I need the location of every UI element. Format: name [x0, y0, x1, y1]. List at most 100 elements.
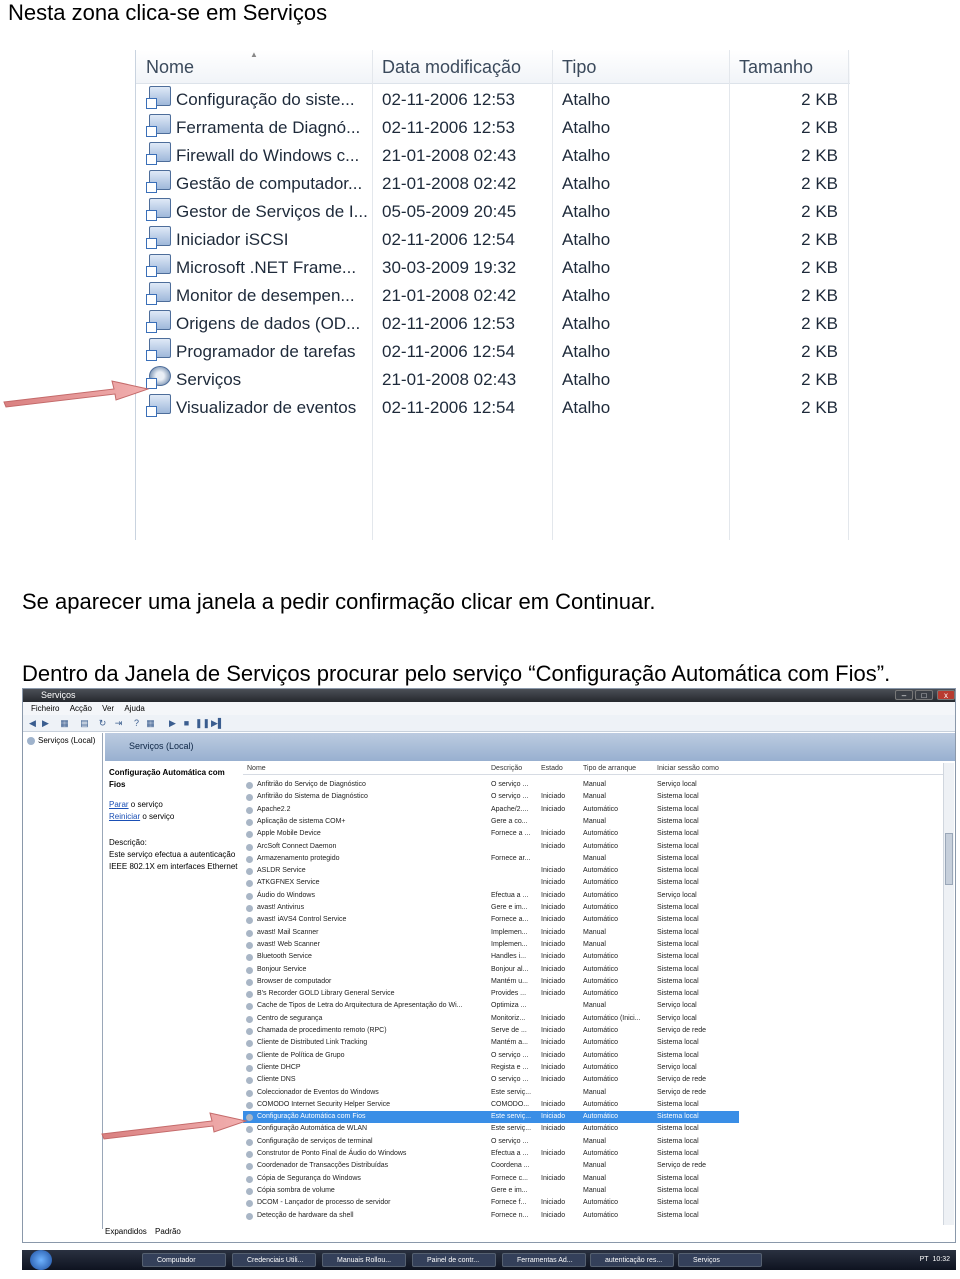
column-size[interactable]: Tamanho — [729, 50, 813, 84]
service-cell: Manual — [583, 1002, 606, 1010]
service-row[interactable]: Cliente DNS O serviço ... Iniciado Automáti… — [243, 1074, 739, 1086]
menu-help[interactable]: Ajuda — [124, 702, 144, 715]
service-row[interactable]: Coleccionador de Eventos do Windows Este … — [243, 1087, 739, 1099]
service-row[interactable]: ATKGFNEX Service Iniciado Automático Sistem… — [243, 877, 739, 889]
maximize-button[interactable]: □ — [915, 690, 933, 700]
service-row[interactable]: Centro de segurança Monitoriz... Iniciado A… — [243, 1013, 739, 1025]
taskbar-button[interactable]: autenticação res... — [590, 1253, 674, 1267]
service-row[interactable]: avast! iAVS4 Control Service Fornece a...… — [243, 914, 739, 926]
service-row[interactable]: Armazenamento protegido Fornece ar... Manu… — [243, 853, 739, 865]
col-description[interactable]: Descrição — [491, 763, 522, 775]
service-row[interactable]: Bonjour Service Bonjour al... Iniciado Auto… — [243, 964, 739, 976]
file-row[interactable]: Programador de tarefas 02-11-2006 12:54 At… — [136, 338, 850, 366]
service-row[interactable]: Coordenador de Transacções Distribuídas C… — [243, 1160, 739, 1172]
menu-file[interactable]: Ficheiro — [31, 702, 59, 715]
stop-service-link[interactable]: Parar — [109, 800, 129, 809]
vertical-scrollbar[interactable] — [943, 763, 954, 1225]
view-icon[interactable]: ▦ — [145, 718, 156, 729]
refresh-icon[interactable]: ↻ — [97, 718, 108, 729]
service-row[interactable]: Apache2.2 Apache/2.... Iniciado Automático S… — [243, 804, 739, 816]
service-row[interactable]: Cliente de Política de Grupo O serviço ..… — [243, 1050, 739, 1062]
col-name[interactable]: Nome — [247, 763, 266, 775]
service-row[interactable]: ASLDR Service Iniciado Automático Sistema l… — [243, 865, 739, 877]
service-row[interactable]: Cliente de Distributed Link Tracking Mant… — [243, 1037, 739, 1049]
tab-standard[interactable]: Padrão — [155, 1225, 181, 1239]
file-type: Atalho — [562, 118, 611, 137]
col-status[interactable]: Estado — [541, 763, 563, 775]
file-row[interactable]: Iniciador iSCSI 02-11-2006 12:54 Atalho 2 K… — [136, 226, 850, 254]
tab-expanded[interactable]: Expandidos — [105, 1225, 147, 1239]
service-row[interactable]: Construtor de Ponto Final de Áudio do Wi… — [243, 1148, 739, 1160]
service-cell: Coordena ... — [491, 1162, 530, 1170]
service-row[interactable]: Cópia de Segurança do Windows Fornece c..… — [243, 1173, 739, 1185]
service-row[interactable]: Áudio do Windows Efectua a ... Iniciado Aut… — [243, 890, 739, 902]
language-indicator[interactable]: PT — [920, 1256, 929, 1263]
taskbar-button[interactable]: Credenciais Utili... — [232, 1253, 316, 1267]
col-startup-type[interactable]: Tipo de arranque — [583, 763, 636, 775]
service-row[interactable]: Chamada de procedimento remoto (RPC) Serv… — [243, 1025, 739, 1037]
column-type[interactable]: Tipo — [552, 50, 596, 84]
service-row[interactable]: avast! Web Scanner Implemen... Iniciado Man… — [243, 939, 739, 951]
file-row[interactable]: Monitor de desempen... 21-01-2008 02:42 At… — [136, 282, 850, 310]
stop-service-icon[interactable]: ■ — [181, 718, 192, 729]
service-cell: Regista e ... — [491, 1063, 529, 1071]
close-button[interactable]: x — [937, 690, 955, 700]
tree-node-services-local[interactable]: Serviços (Local) — [27, 736, 95, 745]
start-button[interactable] — [30, 1250, 52, 1270]
service-row[interactable]: DCOM - Lançador de processo de servidor F… — [243, 1197, 739, 1209]
minimize-button[interactable]: – — [895, 690, 913, 700]
service-row[interactable]: Anfitrião do Serviço de Diagnóstico O ser… — [243, 779, 739, 791]
restart-service-icon[interactable]: ▶▌ — [211, 718, 224, 729]
file-row[interactable]: Gestão de computador... 21-01-2008 02:42 A… — [136, 170, 850, 198]
file-row[interactable]: Serviços 21-01-2008 02:43 Atalho 2 KB — [136, 366, 850, 394]
service-gear-icon — [246, 929, 253, 937]
file-row[interactable]: Microsoft .NET Frame... 30-03-2009 19:32 A… — [136, 254, 850, 282]
help-icon[interactable]: ? — [131, 718, 142, 729]
menu-action[interactable]: Acção — [70, 702, 92, 715]
service-row[interactable]: B's Recorder GOLD Library General Servic… — [243, 988, 739, 1000]
properties-icon[interactable]: ▤ — [79, 718, 90, 729]
taskbar-button[interactable]: Painel de contr... — [412, 1253, 496, 1267]
column-date[interactable]: Data modificação — [372, 50, 521, 84]
file-row[interactable]: Configuração do siste... 02-11-2006 12:53… — [136, 86, 850, 114]
service-row[interactable]: Configuração Automática de WLAN Este serv… — [243, 1123, 739, 1135]
service-row[interactable]: Anfitrião do Sistema de Diagnóstico O ser… — [243, 791, 739, 803]
service-cell: Automático — [583, 1199, 619, 1207]
forward-icon[interactable]: ▶ — [40, 718, 51, 729]
service-row[interactable]: avast! Antivirus Gere e im... Iniciado Auto… — [243, 902, 739, 914]
file-row[interactable]: Gestor de Serviços de I... 05-05-2009 20:… — [136, 198, 850, 226]
service-row[interactable]: Aplicação de sistema COM+ Gere a co... Man… — [243, 816, 739, 828]
pause-service-icon[interactable]: ❚❚ — [195, 718, 210, 729]
file-row[interactable]: Ferramenta de Diagnó... 02-11-2006 12:53 A… — [136, 114, 850, 142]
service-row[interactable]: Cache de Tipos de Letra do Arquitectura … — [243, 1000, 739, 1012]
service-row-selected[interactable]: Configuração Automática com Fios Este ser… — [243, 1111, 739, 1124]
service-row[interactable]: Cliente DHCP Regista e ... Iniciado Automát… — [243, 1062, 739, 1074]
export-icon[interactable]: ⇥ — [113, 718, 124, 729]
file-row[interactable]: Visualizador de eventos 02-11-2006 12:54 A… — [136, 394, 850, 422]
taskbar-button[interactable]: Manuais Rollou... — [322, 1253, 406, 1267]
service-row[interactable]: ArcSoft Connect Daemon Iniciado Automático… — [243, 841, 739, 853]
scrollbar-thumb[interactable] — [945, 833, 953, 885]
service-row[interactable]: COMODO Internet Security Helper Service C… — [243, 1099, 739, 1111]
taskbar-button[interactable]: Serviços — [678, 1253, 762, 1267]
service-row[interactable]: Apple Mobile Device Fornece a ... Iniciado… — [243, 828, 739, 840]
service-row[interactable]: Configuração de serviços de terminal O se… — [243, 1136, 739, 1148]
service-row[interactable]: Cópia sombra de volume Gere e im... Manual… — [243, 1185, 739, 1197]
service-row[interactable]: Detecção de hardware da shell Fornece n..… — [243, 1210, 739, 1222]
start-service-icon[interactable]: ▶ — [167, 718, 178, 729]
restart-service-link[interactable]: Reiniciar — [109, 812, 140, 821]
service-row[interactable]: Browser de computador Mantém u... Iniciado… — [243, 976, 739, 988]
back-icon[interactable]: ◀ — [27, 718, 38, 729]
service-cell: Sistema local — [657, 977, 699, 985]
service-row[interactable]: Bluetooth Service Handles i... Iniciado Aut… — [243, 951, 739, 963]
column-name[interactable]: Nome — [136, 50, 194, 84]
console-tree-icon[interactable]: ▦ — [59, 718, 70, 729]
file-row[interactable]: Origens de dados (OD... 02-11-2006 12:53 A… — [136, 310, 850, 338]
menu-view[interactable]: Ver — [102, 702, 114, 715]
col-log-on-as[interactable]: Iniciar sessão como — [657, 763, 719, 775]
taskbar-button[interactable]: Ferramentas Ad... — [502, 1253, 586, 1267]
file-row[interactable]: Firewall do Windows c... 21-01-2008 02:43… — [136, 142, 850, 170]
taskbar-button[interactable]: Computador — [142, 1253, 226, 1267]
service-cell: Apple Mobile Device — [257, 830, 321, 838]
service-row[interactable]: avast! Mail Scanner Implemen... Iniciado Ma… — [243, 927, 739, 939]
